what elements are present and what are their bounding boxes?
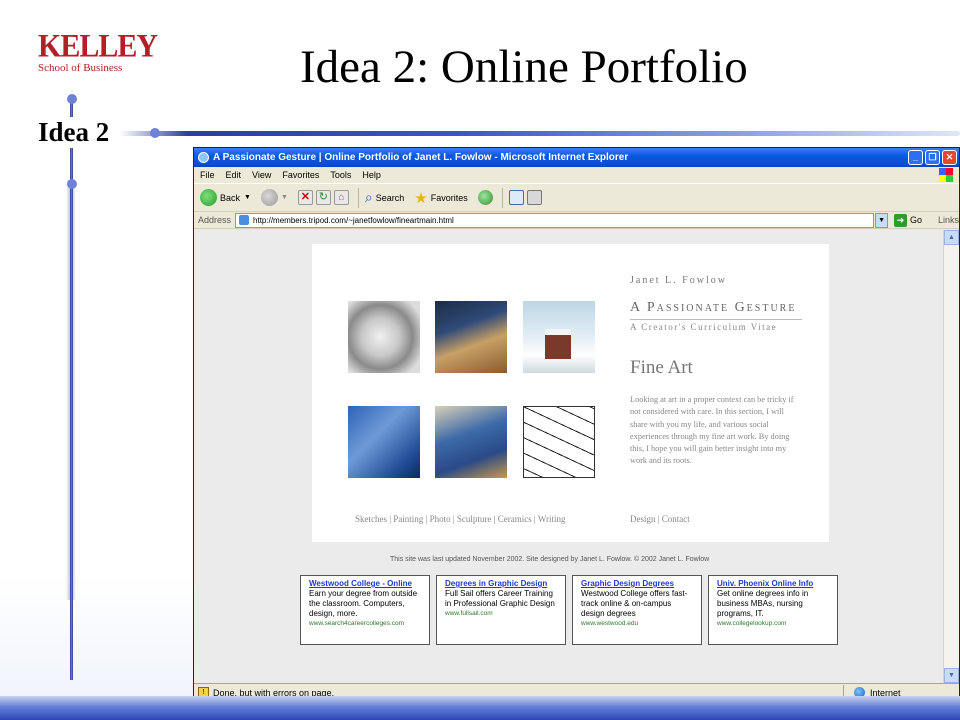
- ad-text: Full Sail offers Career Training in Prof…: [445, 589, 555, 608]
- address-dropdown-icon[interactable]: ▼: [875, 212, 888, 228]
- heading-divider: [630, 319, 802, 320]
- maximize-button[interactable]: ❐: [925, 150, 940, 165]
- menu-bar: File Edit View Favorites Tools Help: [194, 167, 959, 184]
- favorites-label: Favorites: [430, 192, 468, 203]
- ie-icon: [198, 152, 209, 163]
- category-nav[interactable]: Sketches | Painting | Photo | Sculpture …: [355, 514, 565, 524]
- ad-title-link[interactable]: Univ. Phoenix Online Info: [717, 579, 829, 589]
- refresh-icon[interactable]: ↻: [315, 190, 331, 205]
- portfolio-panel: Janet L. Fowlow A Passionate Gesture A C…: [312, 244, 829, 542]
- mail-icon[interactable]: [508, 190, 524, 205]
- go-button[interactable]: ➜ Go: [893, 213, 922, 227]
- ad-url[interactable]: www.westwood.edu: [581, 619, 693, 629]
- ad-box: Univ. Phoenix Online Info Get online deg…: [708, 575, 838, 645]
- ad-strip: Westwood College - Online Earn your degr…: [300, 575, 842, 645]
- design-contact-nav[interactable]: Design | Contact: [630, 514, 690, 524]
- section-body: Looking at art in a proper context can b…: [630, 395, 794, 466]
- window-controls: _ ❐ ✕: [908, 150, 957, 165]
- ad-url[interactable]: www.collegelookup.com: [717, 619, 829, 629]
- ad-box: Degrees in Graphic Design Full Sail offe…: [436, 575, 566, 645]
- windows-flag-icon: [939, 168, 953, 182]
- stop-icon[interactable]: ✕: [297, 190, 313, 205]
- ad-title-link[interactable]: Degrees in Graphic Design: [445, 579, 557, 589]
- forward-arrow-icon: [260, 189, 278, 206]
- site-footer: This site was last updated November 2002…: [390, 556, 710, 563]
- ad-text: Westwood College offers fast-track onlin…: [581, 589, 688, 618]
- minimize-button[interactable]: _: [908, 150, 923, 165]
- toolbar-separator: [357, 187, 359, 208]
- ad-url[interactable]: www.fullsail.com: [445, 609, 557, 619]
- vertical-scrollbar[interactable]: ▲ ▼: [943, 230, 959, 683]
- dropdown-arrow-icon[interactable]: ▼: [244, 194, 251, 201]
- decorative-dot: [67, 94, 77, 104]
- decorative-dot: [67, 179, 77, 189]
- browser-window: A Passionate Gesture | Online Portfolio …: [193, 147, 960, 702]
- thumbnail-sculpture[interactable]: [348, 406, 420, 478]
- ad-box: Westwood College - Online Earn your degr…: [300, 575, 430, 645]
- search-icon: ⌕: [364, 189, 373, 205]
- thumbnail-writing[interactable]: [523, 406, 595, 478]
- close-button[interactable]: ✕: [942, 150, 957, 165]
- star-icon: ★: [414, 189, 428, 207]
- logo-wordmark: KELLEY: [38, 27, 158, 65]
- menu-tools[interactable]: Tools: [330, 170, 351, 180]
- section-label: Idea 2: [36, 117, 112, 148]
- dropdown-arrow-icon: ▼: [280, 194, 288, 201]
- forward-button[interactable]: ▼: [260, 189, 288, 206]
- decorative-horizontal-line: [120, 131, 960, 136]
- print-icon[interactable]: [526, 190, 542, 205]
- ad-text: Earn your degree from outside the classr…: [309, 589, 418, 618]
- page-icon: [239, 215, 250, 225]
- artist-name: Janet L. Fowlow: [630, 275, 727, 286]
- search-button[interactable]: ⌕ Search: [365, 189, 404, 206]
- menu-help[interactable]: Help: [362, 170, 381, 180]
- ad-box: Graphic Design Degrees Westwood College …: [572, 575, 702, 645]
- scroll-up-icon[interactable]: ▲: [944, 230, 959, 245]
- site-subheading: A Creator's Curriculum Vitae: [630, 322, 778, 332]
- browser-title: A Passionate Gesture | Online Portfolio …: [213, 152, 629, 163]
- links-button[interactable]: Links: [938, 215, 959, 225]
- address-value: http://members.tripod.com/~janetfowlow/f…: [253, 215, 454, 225]
- home-icon[interactable]: ⌂: [333, 190, 349, 205]
- ad-text: Get online degrees info in business MBAs…: [717, 589, 809, 618]
- media-icon[interactable]: [477, 190, 493, 205]
- decorative-bottom-bar: [0, 696, 960, 720]
- menu-view[interactable]: View: [252, 170, 271, 180]
- thumbnail-photo[interactable]: [523, 301, 595, 373]
- browser-titlebar: A Passionate Gesture | Online Portfolio …: [194, 148, 959, 167]
- address-bar: Address http://members.tripod.com/~janet…: [194, 211, 959, 229]
- search-label: Search: [375, 192, 405, 203]
- thumbnail-ceramics[interactable]: [435, 406, 507, 478]
- ad-url[interactable]: www.search4careercolleges.com: [309, 619, 421, 629]
- page-viewport: Janet L. Fowlow A Passionate Gesture A C…: [194, 230, 944, 683]
- address-input[interactable]: http://members.tripod.com/~janetfowlow/f…: [235, 212, 875, 228]
- back-arrow-icon: [200, 189, 217, 206]
- slide-title: Idea 2: Online Portfolio: [300, 41, 748, 93]
- favorites-button[interactable]: ★ Favorites: [414, 189, 467, 207]
- back-label: Back: [220, 192, 241, 203]
- ad-title-link[interactable]: Graphic Design Degrees: [581, 579, 693, 589]
- toolbar: Back ▼ ▼ ✕ ↻ ⌂ ⌕ Search ★ Favorites: [194, 184, 959, 211]
- ad-title-link[interactable]: Westwood College - Online: [309, 579, 421, 589]
- decorative-dot: [150, 128, 160, 138]
- toolbar-separator: [501, 187, 503, 208]
- menu-file[interactable]: File: [200, 170, 215, 180]
- go-label: Go: [909, 215, 922, 225]
- kelley-logo: KELLEY School of Business: [38, 27, 158, 74]
- address-label: Address: [198, 215, 232, 225]
- scroll-down-icon[interactable]: ▼: [944, 668, 959, 683]
- go-arrow-icon: ➜: [893, 213, 907, 227]
- thumbnail-sketch[interactable]: [348, 301, 420, 373]
- site-heading: A Passionate Gesture: [630, 300, 797, 315]
- menu-favorites[interactable]: Favorites: [282, 170, 319, 180]
- menu-edit[interactable]: Edit: [226, 170, 242, 180]
- thumbnail-painting[interactable]: [435, 301, 507, 373]
- back-button[interactable]: Back ▼: [200, 189, 251, 206]
- section-title: Fine Art: [630, 357, 693, 378]
